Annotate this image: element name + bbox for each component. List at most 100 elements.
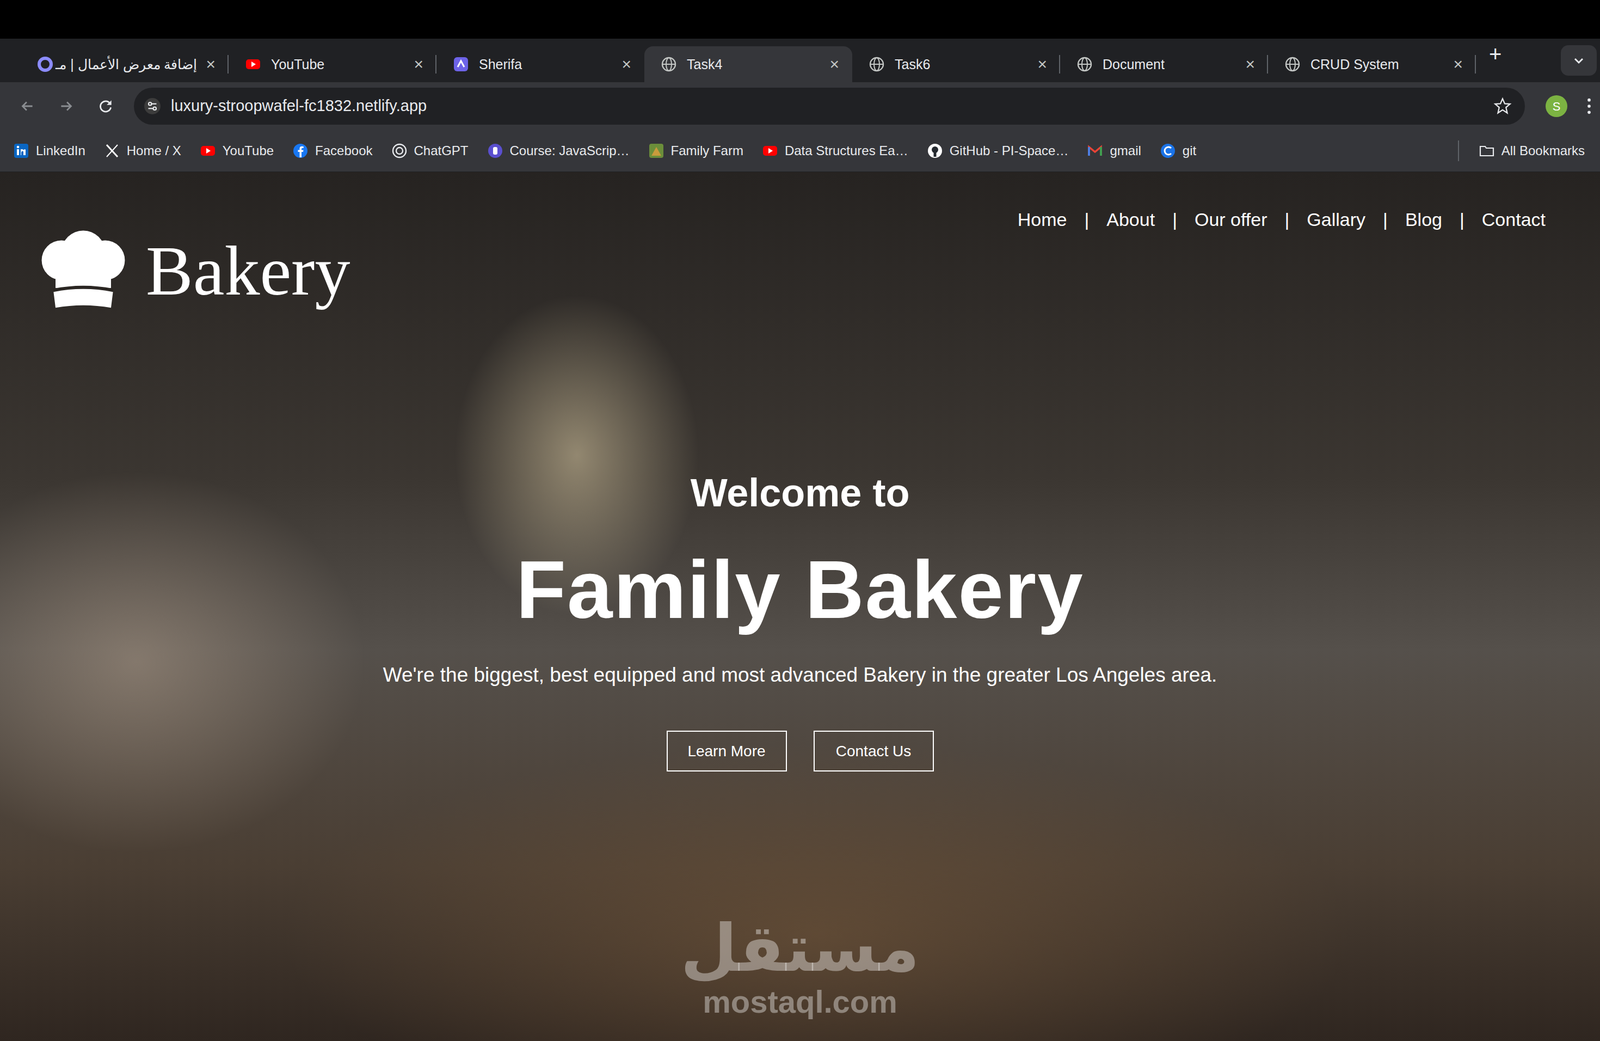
tab-label: Sherifa <box>469 55 619 74</box>
browser-tab[interactable]: Task4× <box>644 46 853 83</box>
globe-icon <box>1284 56 1301 73</box>
tab-search-button[interactable] <box>1560 45 1597 76</box>
bookmark-label: ChatGPT <box>414 140 469 161</box>
browser-tab[interactable]: Document× <box>1060 46 1269 83</box>
browser-tab[interactable]: إضافة معرض الأعمال | مـ× <box>20 46 229 83</box>
learn-more-button[interactable]: Learn More <box>666 730 787 772</box>
tab-divider <box>1474 54 1476 74</box>
all-bookmarks-label: All Bookmarks <box>1501 140 1585 161</box>
tab-close-button[interactable]: × <box>826 56 843 73</box>
browser-tab[interactable]: Sherifa× <box>436 46 645 83</box>
bookmark-label: Family Farm <box>671 140 744 161</box>
nav-separator: | <box>1365 205 1406 234</box>
tab-close-button[interactable]: × <box>1241 56 1259 73</box>
all-bookmarks[interactable]: All Bookmarks <box>1478 140 1585 161</box>
nav-separator: | <box>1066 205 1107 234</box>
watermark-latin: mostaql.com <box>680 983 920 1019</box>
bookmark-label: YouTube <box>222 140 274 161</box>
tab-label: CRUD System <box>1300 55 1450 74</box>
nav-link[interactable]: About <box>1106 205 1155 234</box>
bookmark[interactable]: ChatGPT <box>391 140 469 161</box>
address-bar[interactable]: luxury-stroopwafel-fc1832.netlify.app <box>133 87 1525 125</box>
top-bar <box>0 0 1600 39</box>
bookmark-label: gmail <box>1109 140 1141 161</box>
globe-icon <box>660 56 678 73</box>
new-tab-button[interactable]: + <box>1488 42 1502 65</box>
nav-link[interactable]: Gallary <box>1306 205 1366 234</box>
bookmark-label: git <box>1182 140 1197 161</box>
nav-link[interactable]: Contact <box>1481 205 1546 234</box>
course-icon <box>487 142 504 159</box>
bookmark-label: LinkedIn <box>35 140 86 161</box>
globe-icon <box>1076 56 1093 73</box>
hero-title: Family Bakery <box>515 544 1084 635</box>
site-header: BakeryHome|About|Our offer|Gallary|Blog|… <box>0 171 1600 312</box>
bookmark[interactable]: Facebook <box>292 140 373 161</box>
menu-dots-icon[interactable] <box>1585 96 1593 116</box>
github-icon <box>926 142 944 159</box>
hero-tagline: We're the biggest, best equipped and mos… <box>383 661 1218 688</box>
tab-label: YouTube <box>261 55 411 74</box>
sherifa-icon <box>452 56 470 73</box>
hero: Welcome to Family Bakery We're the biggest… <box>0 311 1600 772</box>
reload-icon[interactable] <box>91 91 120 121</box>
bookmark[interactable]: Home / X <box>103 140 182 161</box>
bookmark-star-icon[interactable] <box>1493 96 1512 116</box>
tab-close-button[interactable]: × <box>1034 56 1051 73</box>
facebook-icon <box>292 142 309 159</box>
bookmark[interactable]: LinkedIn <box>13 140 86 161</box>
tab-close-button[interactable]: × <box>618 56 635 73</box>
tab-divider <box>1059 54 1061 74</box>
nav-link[interactable]: Home <box>1017 205 1068 234</box>
bookmark[interactable]: Family Farm <box>648 140 744 161</box>
tab-label: Task6 <box>884 55 1035 74</box>
tab-label: Task4 <box>677 55 827 74</box>
bookmark-label: GitHub - PI-Space… <box>949 140 1069 161</box>
folder-icon <box>1478 142 1495 159</box>
family-farm-icon <box>648 142 665 159</box>
bookmarks-divider <box>1457 140 1460 162</box>
nav-link[interactable]: Blog <box>1405 205 1443 234</box>
linkedin-icon <box>13 142 30 159</box>
profile-avatar[interactable]: S <box>1545 95 1568 118</box>
youtube-icon <box>244 56 262 73</box>
bookmark[interactable]: Data Structures Ea… <box>761 140 909 161</box>
chef-hat-icon <box>33 230 133 312</box>
bookmark[interactable]: Course: JavaScrip… <box>487 140 630 161</box>
tab-label: Document <box>1092 55 1242 74</box>
back-arrow-icon[interactable] <box>13 91 42 121</box>
globe-icon <box>868 56 885 73</box>
site-logo[interactable]: Bakery <box>33 230 350 312</box>
screen: {"browser": { "tabs": [ {"label": "إضافة… <box>0 0 1600 1041</box>
main-nav: Home|About|Our offer|Gallary|Blog|Contac… <box>1017 171 1546 234</box>
nav-link[interactable]: Our offer <box>1194 205 1268 234</box>
tab-close-button[interactable]: × <box>410 56 427 73</box>
ring-icon <box>37 56 54 73</box>
nav-separator: | <box>1442 205 1482 234</box>
tab-divider <box>227 54 229 74</box>
bookmark[interactable]: gmail <box>1086 140 1141 161</box>
toolbar: luxury-stroopwafel-fc1832.netlify.app S <box>0 82 1600 131</box>
bookmark[interactable]: GitHub - PI-Space… <box>926 140 1069 161</box>
address-text[interactable]: luxury-stroopwafel-fc1832.netlify.app <box>170 94 1494 119</box>
x-logo-icon <box>103 142 121 159</box>
tab-close-button[interactable]: × <box>202 56 219 73</box>
contact-us-button[interactable]: Contact Us <box>813 730 934 772</box>
bookmark-label: Course: JavaScrip… <box>509 140 630 161</box>
forward-arrow-icon[interactable] <box>52 91 81 121</box>
site-info-icon[interactable] <box>143 97 162 115</box>
bookmark[interactable]: git <box>1159 140 1197 161</box>
bookmark[interactable]: YouTube <box>199 140 274 161</box>
bookmark-label: Data Structures Ea… <box>784 140 909 161</box>
tab-strip: إضافة معرض الأعمال | مـ×YouTube×Sherifa×… <box>0 38 1600 83</box>
tab-close-button[interactable]: × <box>1449 56 1467 73</box>
bookmark-label: Home / X <box>126 140 182 161</box>
git-icon <box>1159 142 1177 159</box>
hero-welcome: Welcome to <box>690 469 910 516</box>
browser-tab[interactable]: YouTube× <box>228 46 437 83</box>
gmail-icon <box>1086 142 1104 159</box>
browser-tab[interactable]: Task6× <box>852 46 1061 83</box>
tab-label: إضافة معرض الأعمال | مـ <box>53 55 203 74</box>
youtube-icon <box>199 142 217 159</box>
browser-tab[interactable]: CRUD System× <box>1268 46 1476 83</box>
